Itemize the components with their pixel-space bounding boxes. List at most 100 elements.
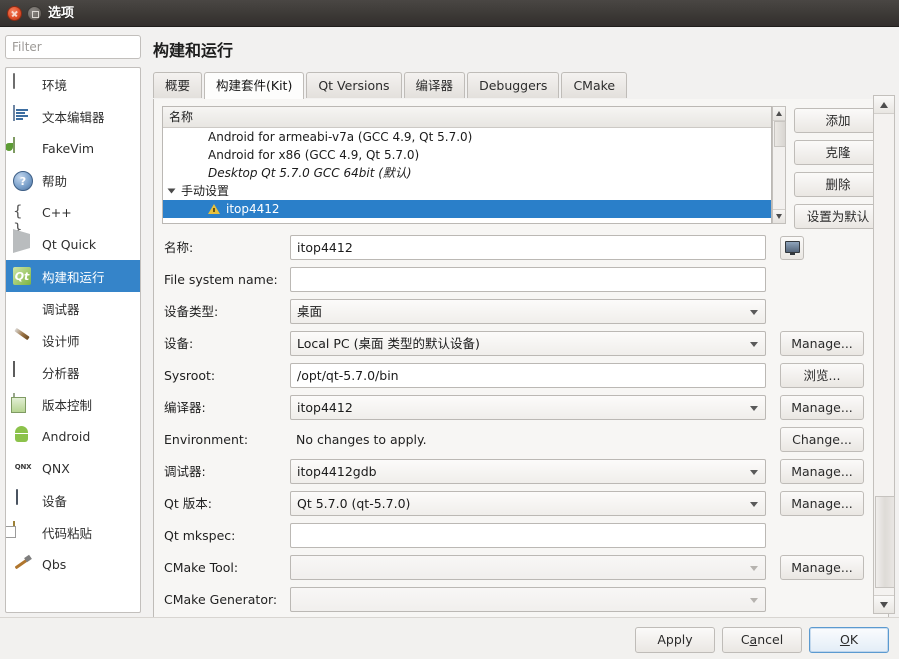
add-kit-button[interactable]: 添加 xyxy=(794,108,882,133)
sidebar-item-11[interactable]: Android xyxy=(6,420,140,452)
form-row-combobox[interactable]: Qt 5.7.0 (qt-5.7.0) xyxy=(290,491,766,516)
kit-scroll-up-icon[interactable] xyxy=(773,107,785,121)
expand-triangle-icon[interactable] xyxy=(168,189,176,194)
form-row-label: 设备: xyxy=(164,331,193,357)
form-row-text-input[interactable] xyxy=(290,267,766,292)
sidebar-item-4[interactable]: { }C++ xyxy=(6,196,140,228)
apply-button[interactable]: Apply xyxy=(635,627,715,653)
kit-tree-rows[interactable]: Android for armeabi-v7a (GCC 4.9, Qt 5.7… xyxy=(163,128,771,218)
close-icon[interactable] xyxy=(7,6,22,21)
sidebar-item-10[interactable]: 版本控制 xyxy=(6,388,140,420)
form-row: Qt mkspec: xyxy=(162,523,888,555)
tab-bar[interactable]: 概要构建套件(Kit)Qt Versions编译器DebuggersCMake xyxy=(153,72,889,100)
form-row: Qt 版本: Qt 5.7.0 (qt-5.7.0) Manage... xyxy=(162,491,888,523)
sidebar-item-7[interactable]: 调试器 xyxy=(6,292,140,324)
ok-button[interactable]: OK xyxy=(809,627,889,653)
sidebar-item-9[interactable]: 分析器 xyxy=(6,356,140,388)
kit-detail-form: 名称:itop4412File system name:设备类型:桌面设备:Lo… xyxy=(162,235,888,619)
kit-tree-row[interactable]: Android for armeabi-v7a (GCC 4.9, Qt 5.7… xyxy=(163,128,771,146)
chevron-down-icon xyxy=(750,342,758,347)
sidebar-item-label: 版本控制 xyxy=(42,395,92,414)
kit-scroll-down-icon[interactable] xyxy=(773,209,785,223)
form-row: 编译器:itop4412Manage... xyxy=(162,395,888,427)
options-dialog: 选项 Filter 环境文本编辑器 FakeVim ?帮助{ }C++Qt Quic… xyxy=(0,0,899,659)
sidebar-item-15[interactable]: Qbs xyxy=(6,548,140,580)
form-row-combobox[interactable]: 桌面 xyxy=(290,299,766,324)
kit-tree-row-label: Android for armeabi-v7a (GCC 4.9, Qt 5.7… xyxy=(208,128,472,146)
designer-icon xyxy=(13,330,33,350)
sidebar-item-label: C++ xyxy=(42,205,72,220)
sidebar-item-5[interactable]: Qt Quick xyxy=(6,228,140,260)
form-row-text-input[interactable]: /opt/qt-5.7.0/bin xyxy=(290,363,766,388)
sidebar-item-14[interactable]: 代码粘贴 xyxy=(6,516,140,548)
form-row: 名称:itop4412 xyxy=(162,235,888,267)
main-panel: 构建和运行 概要构建套件(Kit)Qt Versions编译器Debuggers… xyxy=(150,33,894,613)
filter-input[interactable]: Filter xyxy=(5,35,141,59)
kit-scroll-thumb[interactable] xyxy=(774,121,786,147)
form-row-label: CMake Tool: xyxy=(164,555,238,581)
form-row: Environment:No changes to apply.Change..… xyxy=(162,427,888,459)
sidebar-item-label: FakeVim xyxy=(42,141,94,156)
form-row-value: 桌面 xyxy=(297,304,322,319)
form-row-combobox[interactable]: itop4412gdb xyxy=(290,459,766,484)
form-row-side-button[interactable]: Manage... xyxy=(780,331,864,356)
form-row-combobox[interactable]: Local PC (桌面 类型的默认设备) xyxy=(290,331,766,356)
form-row-text-input[interactable] xyxy=(290,523,766,548)
form-row-value: itop4412 xyxy=(297,400,353,415)
tab-0[interactable]: 概要 xyxy=(153,72,202,98)
chevron-down-icon xyxy=(750,598,758,603)
category-list[interactable]: 环境文本编辑器 FakeVim ?帮助{ }C++Qt QuickQt构建和运行调试… xyxy=(5,67,141,613)
kit-tree-row[interactable]: 手动设置 xyxy=(163,182,771,200)
kit-tree-row[interactable]: Android for x86 (GCC 4.9, Qt 5.7.0) xyxy=(163,146,771,164)
sidebar-item-8[interactable]: 设计师 xyxy=(6,324,140,356)
kit-tree-row-label: 手动设置 xyxy=(181,182,229,200)
make-default-kit-button[interactable]: 设置为默认 xyxy=(794,204,882,229)
form-row-side-button[interactable]: Manage... xyxy=(780,459,864,484)
form-row-label: Qt 版本: xyxy=(164,491,212,517)
page-scroll-thumb[interactable] xyxy=(875,496,895,588)
sidebar-item-2[interactable]: FakeVim xyxy=(6,132,140,164)
page-scroll-down-icon[interactable] xyxy=(874,595,894,613)
sidebar-item-3[interactable]: ?帮助 xyxy=(6,164,140,196)
sidebar-item-0[interactable]: 环境 xyxy=(6,68,140,100)
page-scrollbar[interactable] xyxy=(873,95,895,614)
tab-1[interactable]: 构建套件(Kit) xyxy=(204,72,304,99)
sidebar-item-label: 帮助 xyxy=(42,171,67,190)
form-row-side-button[interactable]: Manage... xyxy=(780,395,864,420)
sidebar-item-12[interactable]: QNXQNX xyxy=(6,452,140,484)
ok-label-mnemonic: O xyxy=(840,632,850,647)
cancel-button[interactable]: Cancel xyxy=(722,627,802,653)
form-row-value: itop4412gdb xyxy=(297,464,377,479)
form-row-value: itop4412 xyxy=(297,240,353,255)
form-row-text-input[interactable]: itop4412 xyxy=(290,235,766,260)
kit-tree[interactable]: 名称 Android for armeabi-v7a (GCC 4.9, Qt … xyxy=(162,106,772,224)
remove-kit-button[interactable]: 删除 xyxy=(794,172,882,197)
kit-tree-scrollbar[interactable] xyxy=(772,106,786,224)
sidebar: Filter 环境文本编辑器 FakeVim ?帮助{ }C++Qt QuickQt… xyxy=(5,35,141,613)
tab-2[interactable]: Qt Versions xyxy=(306,72,401,98)
form-row-side-button[interactable]: Manage... xyxy=(780,555,864,580)
kit-tree-row-label: Desktop Qt 5.7.0 GCC 64bit (默认) xyxy=(208,164,412,182)
chevron-down-icon xyxy=(750,470,758,475)
form-row-side-button[interactable]: 浏览... xyxy=(780,363,864,388)
sidebar-item-1[interactable]: 文本编辑器 xyxy=(6,100,140,132)
title-bar: 选项 xyxy=(0,0,899,27)
warning-icon xyxy=(208,204,220,214)
clone-kit-button[interactable]: 克隆 xyxy=(794,140,882,165)
monitor-icon[interactable] xyxy=(780,236,804,260)
tab-3[interactable]: 编译器 xyxy=(404,72,466,98)
maximize-icon[interactable] xyxy=(27,6,42,21)
tab-4[interactable]: Debuggers xyxy=(467,72,559,98)
form-row-side-button[interactable]: Manage... xyxy=(780,491,864,516)
kit-tree-row[interactable]: Desktop Qt 5.7.0 GCC 64bit (默认) xyxy=(163,164,771,182)
form-row-combobox[interactable]: itop4412 xyxy=(290,395,766,420)
sidebar-item-label: Android xyxy=(42,429,90,444)
page-scroll-up-icon[interactable] xyxy=(874,96,894,114)
form-row-label: CMake Generator: xyxy=(164,587,277,613)
form-row-side-button[interactable]: Change... xyxy=(780,427,864,452)
kit-tree-row[interactable]: itop4412 xyxy=(163,200,771,218)
sidebar-item-6[interactable]: Qt构建和运行 xyxy=(6,260,140,292)
cancel-label-post: ncel xyxy=(757,632,783,647)
sidebar-item-13[interactable]: 设备 xyxy=(6,484,140,516)
tab-5[interactable]: CMake xyxy=(561,72,627,98)
